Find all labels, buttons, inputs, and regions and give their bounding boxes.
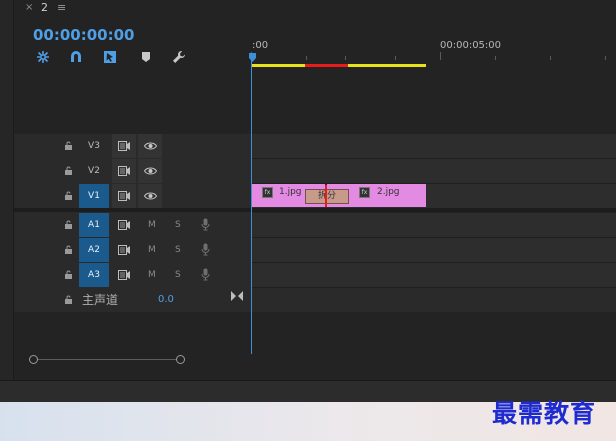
ruler-tick: [345, 56, 346, 60]
snap-icon[interactable]: [36, 50, 50, 64]
master-volume-value[interactable]: 0.0: [158, 294, 174, 305]
film-icon: [118, 166, 130, 176]
film-icon: [118, 220, 130, 230]
clip-1-label: 1.jpg: [279, 187, 302, 197]
transition-effect[interactable]: 拆分: [305, 189, 349, 204]
playhead-timecode[interactable]: 00:00:00:00: [33, 26, 135, 44]
solo-button[interactable]: S: [175, 270, 181, 280]
playhead-line[interactable]: [251, 58, 252, 354]
header-divider: [14, 208, 251, 212]
track-target-v1[interactable]: V1: [79, 184, 109, 208]
mute-button[interactable]: M: [148, 270, 156, 280]
eye-icon[interactable]: [144, 167, 157, 175]
film-icon: [118, 270, 130, 280]
film-icon: [118, 141, 130, 151]
film-icon: [118, 191, 130, 201]
fx-badge: fx: [262, 187, 273, 198]
eye-icon[interactable]: [144, 192, 157, 200]
marker-icon[interactable]: [139, 50, 153, 64]
track-target-a3[interactable]: A3: [79, 263, 109, 287]
ruler-tick: [605, 56, 606, 60]
track-divider: [251, 262, 616, 263]
lock-icon[interactable]: [64, 220, 73, 229]
zoom-scrollbar[interactable]: [30, 359, 182, 360]
mute-button[interactable]: M: [148, 245, 156, 255]
master-track-label: 主声道: [82, 293, 119, 307]
track-divider: [251, 158, 616, 159]
solo-button[interactable]: S: [175, 220, 181, 230]
lock-icon[interactable]: [64, 166, 73, 175]
work-area-bar[interactable]: [348, 64, 426, 67]
fx-badge: fx: [359, 187, 370, 198]
lock-icon[interactable]: [64, 295, 73, 304]
lock-icon[interactable]: [64, 270, 73, 279]
zoom-handle-left[interactable]: [29, 355, 38, 364]
track-target-v2[interactable]: V2: [79, 159, 109, 183]
panel-menu-icon[interactable]: ≡: [57, 1, 66, 14]
microphone-icon[interactable]: [201, 268, 210, 281]
magnet-icon[interactable]: [69, 50, 83, 64]
render-bar-red: [305, 64, 348, 67]
solo-button[interactable]: S: [175, 245, 181, 255]
eye-icon[interactable]: [144, 142, 157, 150]
linked-selection-icon[interactable]: [103, 50, 117, 64]
microphone-icon[interactable]: [201, 243, 210, 256]
track-area-v2[interactable]: [251, 159, 616, 183]
track-target-a1[interactable]: A1: [79, 213, 109, 237]
watermark-logo: 最需教育: [492, 399, 597, 428]
work-area-bar[interactable]: [251, 64, 305, 67]
ruler-tick: [495, 56, 496, 60]
go-to-end-icon[interactable]: [231, 291, 243, 301]
zoom-handle-right[interactable]: [176, 355, 185, 364]
lock-icon[interactable]: [64, 141, 73, 150]
track-area-a1[interactable]: [251, 213, 616, 237]
lock-icon[interactable]: [64, 191, 73, 200]
mute-button[interactable]: M: [148, 220, 156, 230]
time-ruler[interactable]: [251, 33, 616, 68]
track-area-master[interactable]: [251, 288, 616, 312]
ruler-start-label: :00: [252, 40, 269, 51]
track-divider: [251, 287, 616, 288]
track-area-v3[interactable]: [251, 134, 616, 158]
track-target-a2[interactable]: A2: [79, 238, 109, 262]
ruler-tick: [395, 56, 396, 60]
sequence-tab[interactable]: 2: [41, 1, 48, 14]
playhead-handle-icon[interactable]: [248, 53, 257, 62]
ruler-mid-label: 00:00:05:00: [440, 40, 502, 51]
lock-icon[interactable]: [64, 245, 73, 254]
clip-2-label: 2.jpg: [377, 187, 400, 197]
left-panel-strip: [0, 0, 14, 380]
close-tab-icon[interactable]: ×: [25, 2, 33, 13]
track-area-a2[interactable]: [251, 238, 616, 262]
track-area-a3[interactable]: [251, 263, 616, 287]
microphone-icon[interactable]: [201, 218, 210, 231]
ruler-tick: [550, 56, 551, 60]
ruler-tick: [440, 52, 441, 60]
video-audio-divider: [251, 208, 616, 212]
film-icon: [118, 245, 130, 255]
track-target-v3[interactable]: V3: [79, 134, 109, 158]
wrench-icon[interactable]: [172, 50, 186, 64]
edit-point-marker: [325, 185, 327, 207]
ruler-tick: [306, 56, 307, 60]
track-divider: [251, 237, 616, 238]
